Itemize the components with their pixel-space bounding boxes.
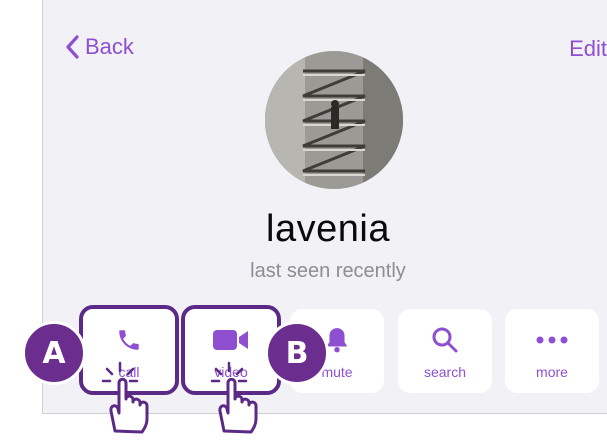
callout-badge-a: A — [22, 321, 86, 385]
contact-name: lavenia — [266, 208, 390, 250]
phone-icon — [119, 330, 139, 350]
edit-button[interactable]: Edit — [569, 36, 607, 62]
chevron-left-icon — [66, 35, 79, 59]
magnifier-icon — [432, 327, 458, 353]
tutorial-stage: Back Edit lavenia last seen recently vid… — [0, 0, 607, 441]
search-button[interactable]: search — [398, 309, 492, 393]
back-label: Back — [85, 34, 134, 59]
tap-hand-icon — [101, 361, 149, 434]
back-button[interactable]: Back — [65, 34, 134, 60]
ellipsis-icon — [536, 336, 568, 344]
tap-hand-icon — [210, 361, 258, 434]
avatar-photo — [265, 51, 403, 189]
video-camera-icon — [213, 330, 248, 350]
avatar[interactable] — [265, 51, 403, 189]
search-label: search — [423, 364, 467, 380]
more-button[interactable]: more — [505, 309, 599, 393]
last-seen-status: last seen recently — [250, 260, 406, 282]
more-label: more — [536, 364, 568, 380]
callout-badge-b: B — [265, 321, 329, 385]
